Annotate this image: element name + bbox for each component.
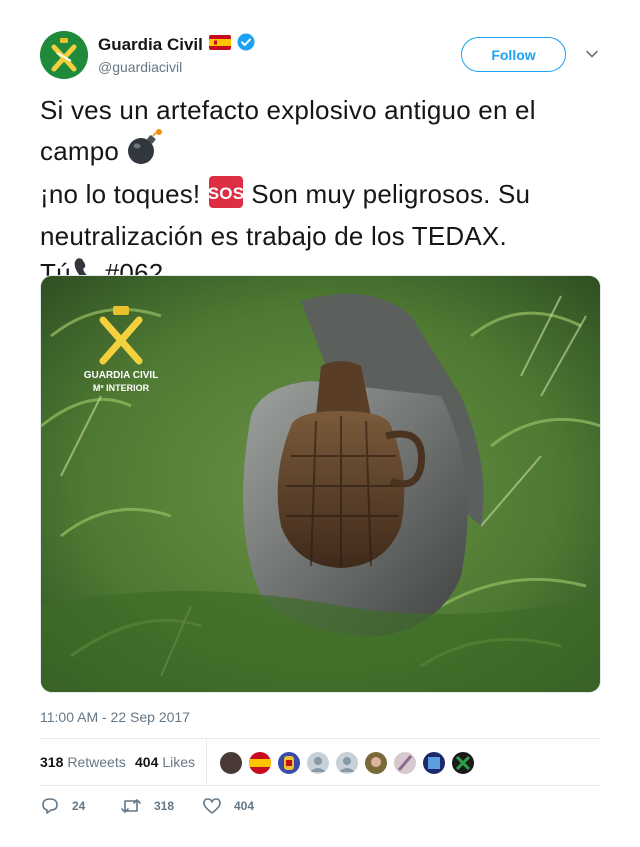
tweet-text-peligrosos: Son muy peligrosos. Su [251, 179, 531, 209]
liker-avatar[interactable] [247, 750, 273, 776]
tweet-line-2: campo [40, 128, 600, 175]
tweet-text-no-toques: ¡no lo toques! [40, 179, 201, 209]
tweet-text: Si ves un artefacto explosivo antiguo en… [40, 92, 600, 297]
name-row: Guardia Civil [98, 33, 255, 56]
reply-count: 24 [72, 799, 86, 813]
account-handle[interactable]: @guardiacivil [98, 59, 182, 75]
watermark-line-2: Mº INTERIOR [93, 383, 150, 393]
account-name[interactable]: Guardia Civil [98, 35, 203, 55]
liker-avatar[interactable] [392, 750, 418, 776]
likes-stat[interactable]: 404 Likes [135, 754, 195, 770]
tweet-line-3: ¡no lo toques! SOS Son muy peligrosos. S… [40, 175, 600, 218]
likes-count: 404 [135, 754, 159, 770]
retweet-button[interactable]: 318 [120, 796, 174, 816]
stats-divider [206, 739, 207, 786]
liker-avatar[interactable] [363, 750, 389, 776]
retweets-count: 318 [40, 754, 64, 770]
liker-avatar[interactable] [218, 750, 244, 776]
sos-icon: SOS [208, 175, 244, 218]
liker-avatar[interactable] [305, 750, 331, 776]
watermark-line-1: GUARDIA CIVIL [84, 370, 159, 381]
like-button[interactable]: 404 [202, 796, 254, 816]
bomb-icon [126, 128, 164, 175]
engagement-stats: 318 Retweets 404 Likes [40, 738, 600, 786]
liker-avatar[interactable] [334, 750, 360, 776]
retweets-label: Retweets [67, 754, 126, 770]
tweet-header: Guardia Civil @guardiacivil Follow [40, 31, 600, 81]
spain-flag-icon [208, 34, 231, 55]
liker-avatar[interactable] [421, 750, 447, 776]
reply-button[interactable]: 24 [40, 796, 85, 816]
tweet-actions: 24 318 404 [40, 796, 600, 818]
avatar[interactable] [40, 31, 88, 79]
verified-badge-icon [237, 33, 255, 56]
rusted-grenade-photo: GUARDIA CIVIL Mº INTERIOR [41, 276, 600, 692]
sos-icon-label: SOS [208, 184, 244, 203]
like-count: 404 [234, 799, 255, 813]
tweet-timestamp[interactable]: 11:00 AM - 22 Sep 2017 [40, 709, 190, 725]
tweet-line-4: neutralización es trabajo de los TEDAX. [40, 221, 507, 251]
chevron-down-icon[interactable] [585, 47, 599, 61]
retweet-count: 318 [154, 799, 175, 813]
liker-avatar[interactable] [276, 750, 302, 776]
retweet-icon [121, 799, 141, 813]
tweet-photo[interactable]: GUARDIA CIVIL Mº INTERIOR [40, 275, 601, 693]
follow-button[interactable]: Follow [461, 37, 566, 72]
guardia-civil-emblem-icon [40, 31, 88, 79]
retweets-stat[interactable]: 318 Retweets [40, 754, 126, 770]
tweet-line-1: Si ves un artefacto explosivo antiguo en… [40, 95, 536, 125]
likes-label: Likes [162, 754, 196, 770]
liker-avatar[interactable] [450, 750, 476, 776]
tweet-text-campo: campo [40, 136, 120, 166]
reply-icon [42, 798, 58, 814]
heart-icon [203, 798, 221, 814]
